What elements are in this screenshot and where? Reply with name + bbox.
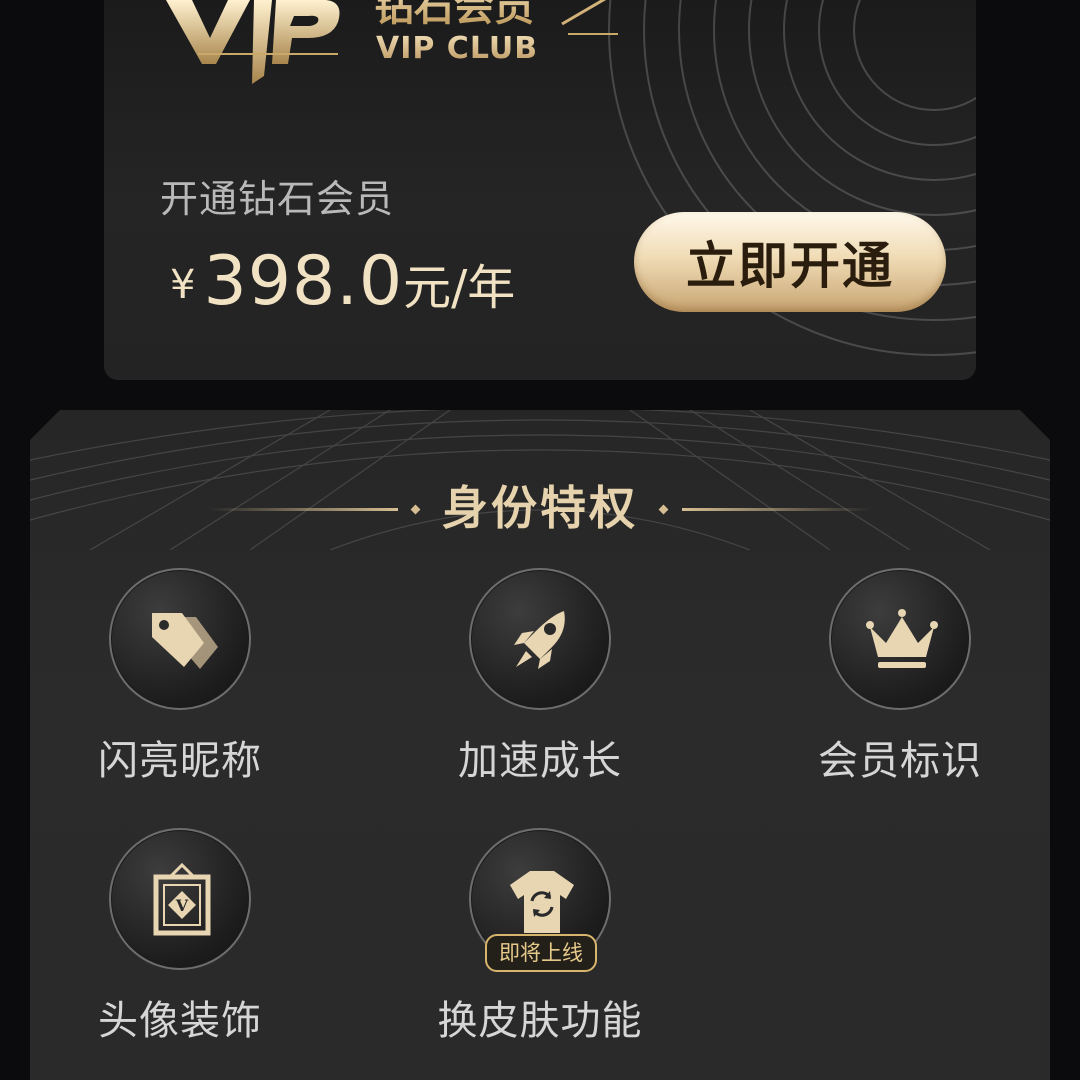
privilege-icon-circle bbox=[829, 568, 971, 710]
vip-membership-card: 钻石会员 VIP CLUB 开通钻石会员 ¥398.0元/年 立即开通 bbox=[104, 0, 976, 380]
logo-swoosh-icon bbox=[561, 0, 607, 26]
privilege-label: 换皮肤功能 bbox=[437, 998, 643, 1044]
vip-club-logo: 钻石会员 VIP CLUB bbox=[158, 0, 618, 90]
privilege-accelerated-growth[interactable]: 加速成长 bbox=[400, 568, 680, 786]
privilege-skin-change[interactable]: 即将上线 换皮肤功能 bbox=[400, 828, 680, 1046]
privilege-icon-circle bbox=[109, 568, 251, 710]
privilege-icon-circle bbox=[469, 568, 611, 710]
price-tag-icon bbox=[152, 613, 218, 669]
privilege-label: 头像装饰 bbox=[98, 998, 262, 1044]
avatar-frame-icon: V bbox=[153, 862, 211, 936]
vip-page: 钻石会员 VIP CLUB 开通钻石会员 ¥398.0元/年 立即开通 身份特权… bbox=[0, 0, 1080, 1080]
privilege-label: 会员标识 bbox=[818, 738, 982, 784]
coming-soon-badge: 即将上线 bbox=[485, 934, 597, 972]
open-membership-button[interactable]: 立即开通 bbox=[634, 212, 946, 312]
logo-english-text: VIP CLUB bbox=[376, 31, 539, 66]
privilege-label: 闪亮昵称 bbox=[98, 738, 262, 784]
logo-underline-icon bbox=[568, 33, 618, 35]
price-display: ¥398.0元/年 bbox=[170, 242, 515, 321]
shirt-swap-icon bbox=[510, 871, 574, 933]
privilege-shiny-nickname[interactable]: 闪亮昵称 bbox=[40, 568, 320, 786]
rocket-icon bbox=[514, 611, 565, 669]
crown-icon bbox=[866, 609, 938, 668]
privilege-icon-circle: V bbox=[109, 828, 251, 970]
privilege-avatar-decoration[interactable]: V 头像装饰 bbox=[40, 828, 320, 1046]
section-divider-right bbox=[682, 508, 872, 511]
privilege-label: 加速成长 bbox=[458, 738, 622, 784]
svg-text:V: V bbox=[175, 896, 189, 915]
section-title: 身份特权 bbox=[442, 481, 638, 535]
price-amount: 398.0 bbox=[203, 242, 404, 321]
price-unit: 元/年 bbox=[403, 260, 516, 316]
card-subtitle: 开通钻石会员 bbox=[160, 177, 395, 221]
privilege-member-badge[interactable]: 会员标识 bbox=[760, 568, 1040, 786]
price-currency: ¥ bbox=[170, 262, 196, 308]
logo-chinese-text: 钻石会员 bbox=[374, 0, 534, 32]
vip-logo-mark-icon bbox=[166, 0, 340, 84]
